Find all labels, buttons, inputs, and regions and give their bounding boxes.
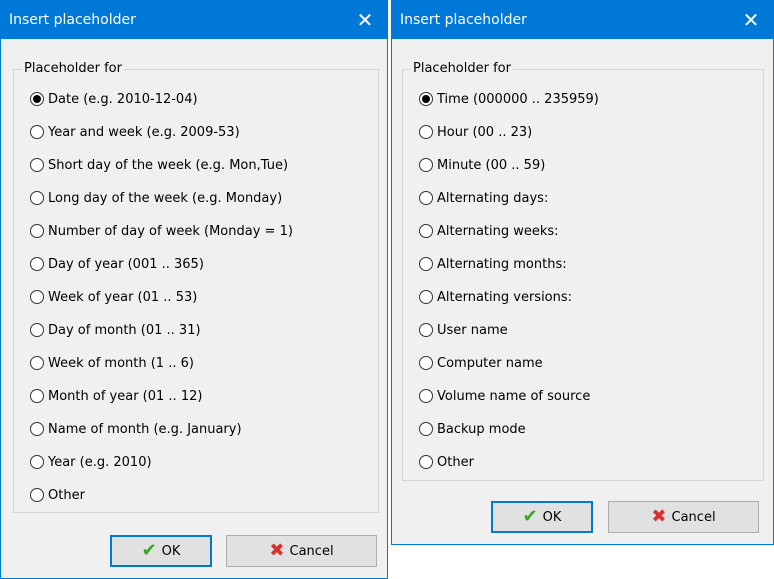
radio-label: Other xyxy=(48,487,85,503)
radio-button[interactable] xyxy=(419,389,433,403)
insert-placeholder-dialog-date: Insert placeholder ✕ Placeholder for Dat… xyxy=(0,0,388,579)
radio-label: Week of year (01 .. 53) xyxy=(48,289,198,305)
radio-option[interactable]: User name xyxy=(419,319,508,341)
placeholder-group: Placeholder for Time (000000 .. 235959) H… xyxy=(402,61,764,481)
radio-button[interactable] xyxy=(419,290,433,304)
radio-button[interactable] xyxy=(30,290,44,304)
radio-button[interactable] xyxy=(30,191,44,205)
radio-label: Backup mode xyxy=(437,421,526,437)
radio-label: Week of month (1 .. 6) xyxy=(48,355,194,371)
radio-option[interactable]: Volume name of source xyxy=(419,385,590,407)
radio-option[interactable]: Long day of the week (e.g. Monday) xyxy=(30,187,282,209)
radio-button[interactable] xyxy=(419,422,433,436)
radio-button[interactable] xyxy=(30,455,44,469)
radio-button[interactable] xyxy=(419,257,433,271)
title-bar: Insert placeholder ✕ xyxy=(392,1,773,39)
ok-label: OK xyxy=(542,509,562,525)
radio-button[interactable] xyxy=(30,356,44,370)
radio-button[interactable] xyxy=(30,323,44,337)
cross-icon: ✖ xyxy=(269,540,285,561)
radio-label: Name of month (e.g. January) xyxy=(48,421,242,437)
radio-option[interactable]: Hour (00 .. 23) xyxy=(419,121,532,143)
radio-option[interactable]: Year (e.g. 2010) xyxy=(30,451,152,473)
radio-button[interactable] xyxy=(30,158,44,172)
radio-button[interactable] xyxy=(419,125,433,139)
radio-label: Year (e.g. 2010) xyxy=(48,454,152,470)
radio-option[interactable]: Name of month (e.g. January) xyxy=(30,418,242,440)
close-icon[interactable]: ✕ xyxy=(343,1,387,39)
radio-button[interactable] xyxy=(30,257,44,271)
radio-option[interactable]: Computer name xyxy=(419,352,543,374)
radio-button-selected[interactable] xyxy=(419,92,433,106)
checkmark-icon: ✔ xyxy=(522,506,538,527)
radio-option[interactable]: Time (000000 .. 235959) xyxy=(419,88,599,110)
radio-button[interactable] xyxy=(419,455,433,469)
group-label: Placeholder for xyxy=(22,61,124,76)
cancel-label: Cancel xyxy=(289,543,334,559)
radio-label: Alternating versions: xyxy=(437,289,573,305)
cross-icon: ✖ xyxy=(651,506,667,527)
radio-label: Hour (00 .. 23) xyxy=(437,124,533,140)
radio-option[interactable]: Alternating months: xyxy=(419,253,567,275)
radio-label: User name xyxy=(437,322,508,338)
radio-label: Other xyxy=(437,454,474,470)
radio-option[interactable]: Week of year (01 .. 53) xyxy=(30,286,197,308)
radio-label: Time (000000 .. 235959) xyxy=(437,91,599,107)
radio-label: Month of year (01 .. 12) xyxy=(48,388,203,404)
cancel-button[interactable]: ✖ Cancel xyxy=(226,535,377,567)
radio-label: Long day of the week (e.g. Monday) xyxy=(48,190,283,206)
cancel-button[interactable]: ✖ Cancel xyxy=(608,501,759,533)
radio-option[interactable]: Short day of the week (e.g. Mon,Tue) xyxy=(30,154,288,176)
radio-option[interactable]: Alternating weeks: xyxy=(419,220,559,242)
radio-label: Day of month (01 .. 31) xyxy=(48,322,201,338)
radio-option[interactable]: Alternating versions: xyxy=(419,286,572,308)
radio-button[interactable] xyxy=(30,488,44,502)
radio-option[interactable]: Other xyxy=(419,451,474,473)
close-icon[interactable]: ✕ xyxy=(729,1,773,39)
radio-label: Alternating weeks: xyxy=(437,223,559,239)
ok-button[interactable]: ✔ OK xyxy=(110,535,212,567)
radio-button[interactable] xyxy=(30,125,44,139)
radio-option[interactable]: Other xyxy=(30,484,85,506)
radio-option[interactable]: Day of year (001 .. 365) xyxy=(30,253,204,275)
radio-label: Computer name xyxy=(437,355,543,371)
insert-placeholder-dialog-time: Insert placeholder ✕ Placeholder for Tim… xyxy=(391,0,774,545)
radio-option[interactable]: Day of month (01 .. 31) xyxy=(30,319,201,341)
ok-label: OK xyxy=(161,543,181,559)
title-bar: Insert placeholder ✕ xyxy=(1,1,387,39)
radio-button[interactable] xyxy=(419,224,433,238)
dialog-title: Insert placeholder xyxy=(400,12,527,28)
radio-option[interactable]: Week of month (1 .. 6) xyxy=(30,352,194,374)
radio-button[interactable] xyxy=(419,191,433,205)
radio-label: Alternating days: xyxy=(437,190,549,206)
cancel-label: Cancel xyxy=(671,509,716,525)
radio-label: Date (e.g. 2010-12-04) xyxy=(48,91,198,107)
checkmark-icon: ✔ xyxy=(141,540,157,561)
dialog-title: Insert placeholder xyxy=(9,12,136,28)
radio-button[interactable] xyxy=(419,158,433,172)
radio-label: Minute (00 .. 59) xyxy=(437,157,546,173)
radio-option[interactable]: Month of year (01 .. 12) xyxy=(30,385,202,407)
radio-button-selected[interactable] xyxy=(30,92,44,106)
radio-option[interactable]: Date (e.g. 2010-12-04) xyxy=(30,88,198,110)
radio-label: Short day of the week (e.g. Mon,Tue) xyxy=(48,157,289,173)
radio-option[interactable]: Number of day of week (Monday = 1) xyxy=(30,220,293,242)
placeholder-group: Placeholder for Date (e.g. 2010-12-04) Ye… xyxy=(13,61,379,513)
radio-option[interactable]: Year and week (e.g. 2009-53) xyxy=(30,121,240,143)
radio-label: Year and week (e.g. 2009-53) xyxy=(48,124,240,140)
group-label: Placeholder for xyxy=(411,61,513,76)
radio-button[interactable] xyxy=(30,224,44,238)
radio-label: Day of year (001 .. 365) xyxy=(48,256,204,272)
radio-option[interactable]: Backup mode xyxy=(419,418,526,440)
radio-label: Number of day of week (Monday = 1) xyxy=(48,223,293,239)
ok-button[interactable]: ✔ OK xyxy=(491,501,593,533)
radio-option[interactable]: Minute (00 .. 59) xyxy=(419,154,545,176)
radio-button[interactable] xyxy=(419,356,433,370)
radio-button[interactable] xyxy=(419,323,433,337)
radio-button[interactable] xyxy=(30,389,44,403)
radio-option[interactable]: Alternating days: xyxy=(419,187,548,209)
radio-button[interactable] xyxy=(30,422,44,436)
radio-label: Alternating months: xyxy=(437,256,567,272)
radio-label: Volume name of source xyxy=(437,388,591,404)
